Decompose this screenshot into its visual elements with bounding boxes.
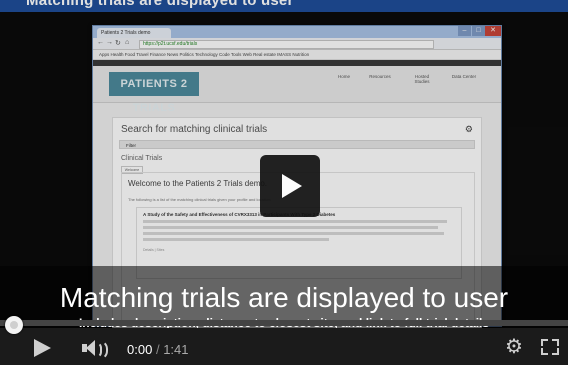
time-separator: / (155, 342, 160, 357)
video-title: Matching trials are displayed to user (26, 0, 294, 9)
time-display: 0:00 / 1:41 (127, 342, 189, 357)
address-row: ← → ↻ ⌂ https://p2t.ucsf.edu/trials (93, 38, 501, 50)
site-nav-item: Hosted Studies (414, 74, 430, 84)
progress-bar[interactable] (0, 320, 568, 326)
maximize-icon: □ (472, 26, 485, 36)
welcome-heading: Welcome to the Patients 2 Trials demo. (128, 179, 268, 188)
site-nav-item: Home (337, 74, 350, 79)
browser-tab: Patients 2 Trials demo (97, 28, 171, 38)
trial-description (143, 220, 453, 244)
browser-titlebar: Patients 2 Trials demo – □ ✕ (93, 26, 501, 38)
scrubber-handle[interactable] (5, 316, 23, 334)
volume-icon[interactable] (82, 339, 112, 360)
back-icon: ← (97, 39, 104, 46)
close-icon: ✕ (485, 26, 501, 36)
current-time: 0:00 (127, 342, 153, 357)
site-header: PATIENTS 2 TRIALS Home Resources Hosted … (93, 66, 501, 114)
search-title: Search for matching clinical trials (121, 124, 268, 135)
reload-icon: ↻ (115, 40, 121, 47)
video-player[interactable]: Matching trials are displayed to user Pa… (0, 0, 568, 365)
gear-icon: ⚙ (464, 124, 473, 134)
url-bar: https://p2t.ucsf.edu/trials (139, 40, 434, 49)
big-play-button[interactable] (260, 155, 320, 217)
duration: 1:41 (163, 342, 189, 357)
site-nav-item: Resources (369, 74, 391, 79)
fullscreen-icon[interactable] (541, 339, 559, 355)
video-title-strip: Matching trials are displayed to user (0, 0, 568, 12)
forward-icon: → (106, 39, 113, 46)
filter-bar: Filter (119, 140, 475, 149)
site-logo: PATIENTS 2 TRIALS (109, 72, 199, 114)
settings-gear-icon[interactable]: ⚙ (505, 337, 523, 357)
minimize-icon: – (458, 26, 471, 36)
site-nav-item: Data Center (451, 74, 477, 79)
bookmarks-bar: Apps Health Food Travel Finance News Pol… (93, 50, 501, 60)
caption-main: Matching trials are displayed to user (59, 282, 509, 313)
play-icon[interactable] (34, 339, 51, 357)
home-icon: ⌂ (125, 39, 130, 46)
trial-meta: Details | Sites (143, 248, 165, 252)
section-label: Clinical Trials (121, 155, 163, 162)
